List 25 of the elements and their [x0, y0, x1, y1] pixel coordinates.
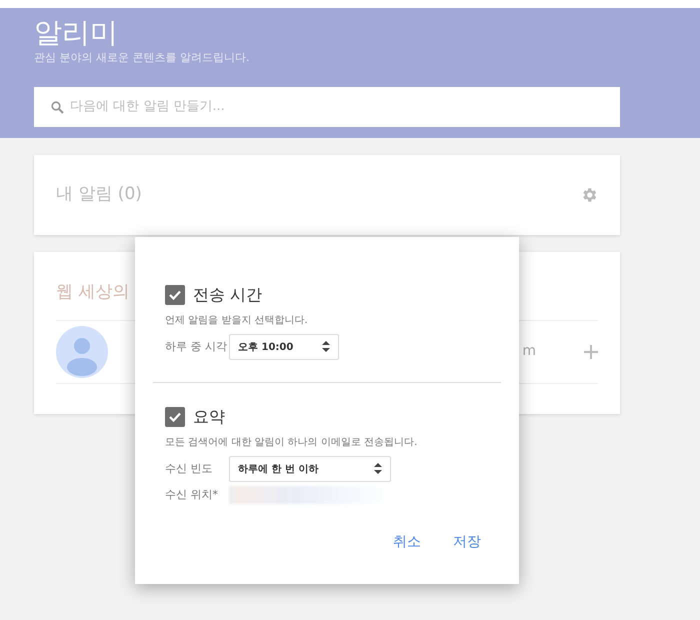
checkbox[interactable] — [165, 407, 185, 427]
checkbox[interactable] — [165, 285, 185, 305]
my-alerts-title: 내 알림 (0) — [56, 183, 142, 206]
sort-arrows-icon — [374, 463, 382, 474]
section-description: 언제 알림을 받을지 선택합니다. — [165, 314, 309, 328]
sort-arrows-icon — [322, 341, 330, 352]
select-field[interactable]: 오후 10:00 — [229, 334, 339, 360]
dialog-button[interactable]: 저장 — [441, 528, 493, 557]
app-subtitle: 관심 분야의 새로운 콘텐츠를 알려드립니다. — [34, 50, 250, 66]
avatar-icon — [56, 326, 108, 378]
section-title: 요약 — [193, 406, 225, 428]
dialog-button[interactable]: 취소 — [381, 528, 433, 557]
select-field[interactable]: 하루에 한 번 이하 — [229, 456, 391, 482]
section-title: 전송 시간 — [193, 284, 262, 306]
suggestions-title: 웹 세상의 — [56, 281, 130, 304]
check-icon — [168, 288, 182, 302]
search-field[interactable]: 다음에 대한 알림 만들기... — [34, 86, 620, 126]
app-title: 알리미 — [34, 16, 119, 50]
check-icon — [168, 410, 182, 424]
add-icon[interactable] — [584, 344, 598, 358]
suggestion-text: m — [522, 342, 536, 361]
field-label: 하루 중 시각 — [165, 338, 228, 355]
field-label: 수신 빈도 — [165, 460, 214, 477]
field-label: 수신 위치* — [165, 486, 219, 503]
section-description: 모든 검색어에 대한 알림이 하나의 이메일로 전송됩니다. — [165, 436, 418, 450]
